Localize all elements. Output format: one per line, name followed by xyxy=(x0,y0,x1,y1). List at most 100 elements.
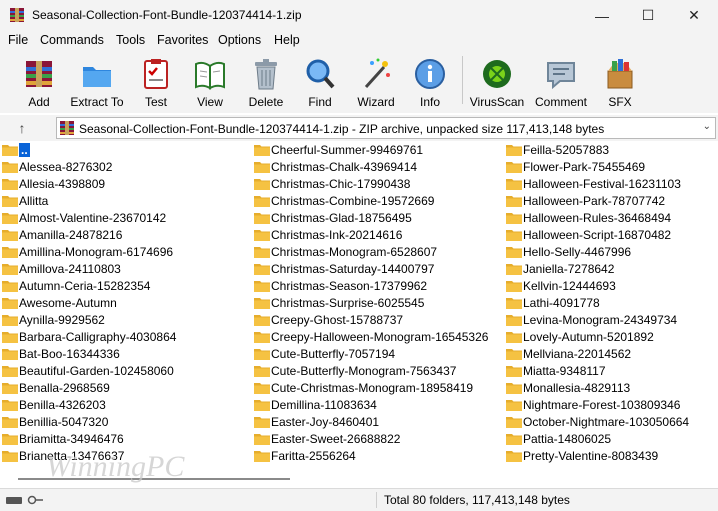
folder-row[interactable]: Pattia-14806025 xyxy=(504,431,718,448)
folder-name: Cute-Christmas-Monogram-18958419 xyxy=(271,381,474,395)
folder-row[interactable]: Cute-Christmas-Monogram-18958419 xyxy=(252,380,502,397)
menu-tools[interactable]: Tools xyxy=(116,33,145,47)
folder-row[interactable]: Benilla-4326203 xyxy=(0,397,250,414)
folder-row[interactable]: Bat-Boo-16344336 xyxy=(0,346,250,363)
folder-row[interactable]: Janiella-7278642 xyxy=(504,261,718,278)
folder-row[interactable]: Awesome-Autumn xyxy=(0,295,250,312)
menu-options[interactable]: Options xyxy=(218,33,261,47)
folder-row[interactable]: Cute-Butterfly-7057194 xyxy=(252,346,502,363)
folder-icon xyxy=(2,263,18,275)
menu-file[interactable]: File xyxy=(8,33,28,47)
folder-row[interactable]: Christmas-Chic-17990438 xyxy=(252,176,502,193)
folder-row[interactable]: Allesia-4398809 xyxy=(0,176,250,193)
folder-row[interactable]: Faritta-2556264 xyxy=(252,448,502,465)
virusscan-button[interactable]: VirusScan xyxy=(467,54,527,112)
folder-row[interactable]: Alessea-8276302 xyxy=(0,159,250,176)
folder-row[interactable]: Miatta-9348117 xyxy=(504,363,718,380)
status-total: Total 80 folders, 117,413,148 bytes xyxy=(384,493,570,507)
folder-row[interactable]: Almost-Valentine-23670142 xyxy=(0,210,250,227)
folder-row[interactable]: Amanilla-24878216 xyxy=(0,227,250,244)
folder-row[interactable]: Flower-Park-75455469 xyxy=(504,159,718,176)
sfx-button[interactable]: SFX xyxy=(590,54,650,112)
folder-row[interactable]: Christmas-Season-17379962 xyxy=(252,278,502,295)
close-button[interactable]: ✕ xyxy=(671,0,717,31)
archive-path-field[interactable]: Seasonal-Collection-Font-Bundle-12037441… xyxy=(56,117,716,139)
folder-row[interactable]: Hello-Selly-4467996 xyxy=(504,244,718,261)
status-divider xyxy=(376,492,377,508)
folder-row[interactable]: Creepy-Ghost-15788737 xyxy=(252,312,502,329)
folder-name: Pattia-14806025 xyxy=(523,432,612,446)
folder-row[interactable]: Christmas-Glad-18756495 xyxy=(252,210,502,227)
file-column-3: Feilla-52057883 Flower-Park-75455469 Hallo… xyxy=(504,142,718,465)
sfx-label: SFX xyxy=(608,95,632,109)
folder-name: Monallesia-4829113 xyxy=(523,381,631,395)
drive-key-icon xyxy=(6,495,43,505)
folder-row[interactable]: Halloween-Rules-36468494 xyxy=(504,210,718,227)
up-folder-button[interactable]: ↑ xyxy=(12,120,32,138)
folder-icon xyxy=(2,331,18,343)
folder-row[interactable]: October-Nightmare-103050664 xyxy=(504,414,718,431)
folder-row[interactable]: Benalla-2968569 xyxy=(0,380,250,397)
folder-row[interactable]: Christmas-Surprise-6025545 xyxy=(252,295,502,312)
folder-row[interactable]: Christmas-Saturday-14400797 xyxy=(252,261,502,278)
menu-help[interactable]: Help xyxy=(274,33,300,47)
folder-icon xyxy=(2,348,18,360)
chevron-down-icon[interactable]: ⌄ xyxy=(703,121,711,132)
minimize-button[interactable]: — xyxy=(579,0,625,31)
folder-row[interactable]: Briamitta-34946476 xyxy=(0,431,250,448)
folder-row[interactable]: Monallesia-4829113 xyxy=(504,380,718,397)
folder-row[interactable]: Halloween-Script-16870482 xyxy=(504,227,718,244)
folder-name: Alessea-8276302 xyxy=(19,160,113,174)
folder-icon xyxy=(2,365,18,377)
extract-icon xyxy=(83,67,111,87)
folder-row[interactable]: Lathi-4091778 xyxy=(504,295,718,312)
folder-row[interactable]: Cheerful-Summer-99469761 xyxy=(252,142,502,159)
folder-row[interactable]: Mellviana-22014562 xyxy=(504,346,718,363)
folder-row[interactable]: Levina-Monogram-24349734 xyxy=(504,312,718,329)
folder-name: Christmas-Chalk-43969414 xyxy=(271,160,418,174)
folder-row[interactable]: Easter-Joy-8460401 xyxy=(252,414,502,431)
folder-name: Christmas-Combine-19572669 xyxy=(271,194,435,208)
toolbar-separator xyxy=(462,56,463,104)
folder-row[interactable]: Feilla-52057883 xyxy=(504,142,718,159)
folder-row[interactable]: Aynilla-9929562 xyxy=(0,312,250,329)
folder-row[interactable]: Demillina-11083634 xyxy=(252,397,502,414)
folder-row[interactable]: Halloween-Park-78707742 xyxy=(504,193,718,210)
folder-name: Allitta xyxy=(19,194,49,208)
folder-name: Nightmare-Forest-103809346 xyxy=(523,398,681,412)
folder-row[interactable]: Creepy-Halloween-Monogram-16545326 xyxy=(252,329,502,346)
folder-icon xyxy=(506,178,522,190)
menu-commands[interactable]: Commands xyxy=(40,33,104,47)
add-icon xyxy=(26,61,52,87)
folder-row[interactable]: Pretty-Valentine-8083439 xyxy=(504,448,718,465)
maximize-button[interactable]: ☐ xyxy=(625,0,671,31)
menu-favorites[interactable]: Favorites xyxy=(157,33,208,47)
folder-row[interactable]: Allitta xyxy=(0,193,250,210)
folder-row[interactable]: Barbara-Calligraphy-4030864 xyxy=(0,329,250,346)
folder-row[interactable]: Easter-Sweet-26688822 xyxy=(252,431,502,448)
folder-row[interactable]: Lovely-Autumn-5201892 xyxy=(504,329,718,346)
folder-row[interactable]: Amillina-Monogram-6174696 xyxy=(0,244,250,261)
folder-row[interactable]: Amillova-24110803 xyxy=(0,261,250,278)
folder-row[interactable]: Christmas-Ink-20214616 xyxy=(252,227,502,244)
parent-folder-row[interactable]: .. xyxy=(0,142,250,159)
folder-icon xyxy=(506,382,522,394)
folder-icon xyxy=(254,246,270,258)
folder-row[interactable]: Halloween-Festival-16231103 xyxy=(504,176,718,193)
folder-row[interactable]: Benillia-5047320 xyxy=(0,414,250,431)
folder-icon xyxy=(506,161,522,173)
folder-row[interactable]: Kellvin-12444693 xyxy=(504,278,718,295)
folder-row[interactable]: Cute-Butterfly-Monogram-7563437 xyxy=(252,363,502,380)
folder-icon xyxy=(254,348,270,360)
info-button[interactable]: Info xyxy=(400,54,460,112)
folder-row[interactable]: Nightmare-Forest-103809346 xyxy=(504,397,718,414)
folder-row[interactable]: Christmas-Combine-19572669 xyxy=(252,193,502,210)
parent-folder-icon xyxy=(2,144,18,156)
folder-name: Christmas-Ink-20214616 xyxy=(271,228,403,242)
folder-row[interactable]: Christmas-Monogram-6528607 xyxy=(252,244,502,261)
folder-icon xyxy=(2,178,18,190)
folder-row[interactable]: Beautiful-Garden-102458060 xyxy=(0,363,250,380)
folder-row[interactable]: Christmas-Chalk-43969414 xyxy=(252,159,502,176)
folder-row[interactable]: Autumn-Ceria-15282354 xyxy=(0,278,250,295)
folder-icon xyxy=(2,314,18,326)
